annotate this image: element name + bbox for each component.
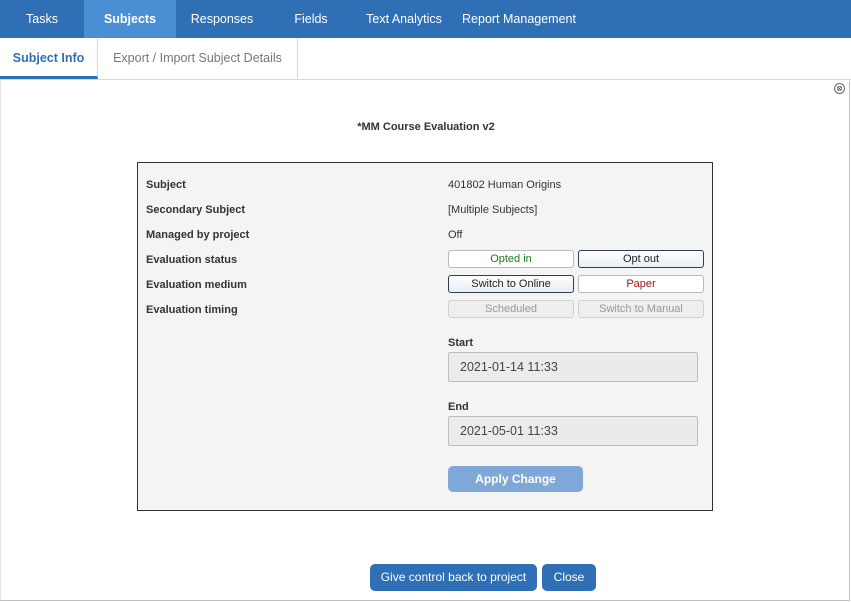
scheduled-button: Scheduled <box>448 300 574 318</box>
subject-label: Subject <box>146 179 186 191</box>
apply-change-button[interactable]: Apply Change <box>448 466 583 492</box>
secondary-subject-value: [Multiple Subjects] <box>448 204 538 216</box>
end-label: End <box>448 401 469 413</box>
tab-export-import-subject-details[interactable]: Export / Import Subject Details <box>98 38 298 79</box>
switch-to-online-button[interactable]: Switch to Online <box>448 275 574 293</box>
nav-tab-subjects[interactable]: Subjects <box>84 0 176 38</box>
close-icon[interactable]: ⊗ <box>834 83 845 94</box>
top-navigation: Tasks Subjects Responses Fields Text Ana… <box>0 0 851 38</box>
subject-details-box: Subject 401802 Human Origins Secondary S… <box>137 162 713 511</box>
nav-tab-report-management[interactable]: Report Management <box>454 0 584 38</box>
close-button[interactable]: Close <box>542 564 596 591</box>
sub-tabs: Subject Info Export / Import Subject Det… <box>0 38 851 80</box>
evaluation-timing-label: Evaluation timing <box>146 304 238 316</box>
give-control-back-button[interactable]: Give control back to project <box>370 564 537 591</box>
subject-info-panel: ⊗ *MM Course Evaluation v2 Subject 40180… <box>0 81 850 601</box>
tab-subject-info[interactable]: Subject Info <box>0 38 98 79</box>
switch-to-manual-button: Switch to Manual <box>578 300 704 318</box>
start-label: Start <box>448 337 474 349</box>
opted-in-button[interactable]: Opted in <box>448 250 574 268</box>
start-date-field: 2021-01-14 11:33 <box>448 352 698 382</box>
end-date-field: 2021-05-01 11:33 <box>448 416 698 446</box>
managed-by-project-value: Off <box>448 229 463 241</box>
secondary-subject-label: Secondary Subject <box>146 204 246 216</box>
nav-tab-responses[interactable]: Responses <box>176 0 268 38</box>
opt-out-button[interactable]: Opt out <box>578 250 704 268</box>
nav-tab-tasks[interactable]: Tasks <box>0 0 84 38</box>
evaluation-medium-label: Evaluation medium <box>146 279 247 291</box>
evaluation-status-label: Evaluation status <box>146 254 238 266</box>
nav-tab-text-analytics[interactable]: Text Analytics <box>354 0 454 38</box>
managed-by-project-label: Managed by project <box>146 229 250 241</box>
form-title: *MM Course Evaluation v2 <box>357 121 495 133</box>
nav-tab-fields[interactable]: Fields <box>268 0 354 38</box>
paper-button[interactable]: Paper <box>578 275 704 293</box>
subject-value: 401802 Human Origins <box>448 179 562 191</box>
